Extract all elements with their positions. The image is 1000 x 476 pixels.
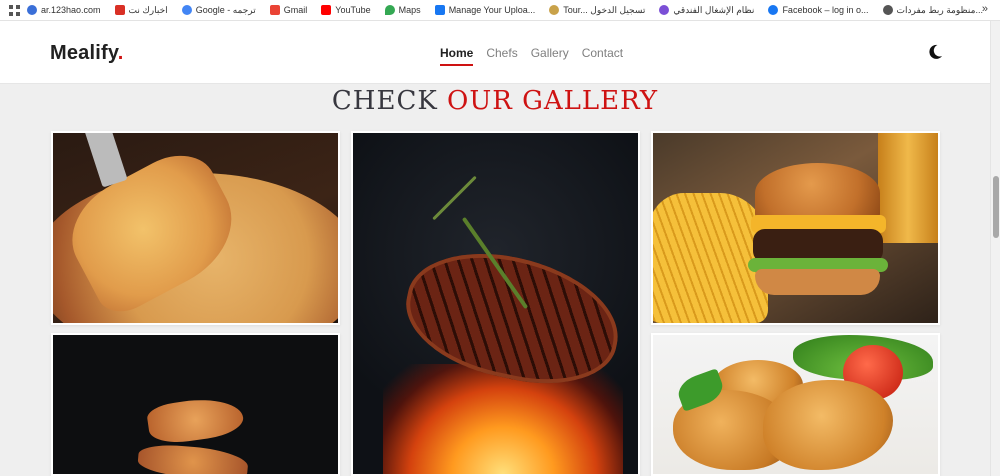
rosemary-sprig <box>432 175 477 221</box>
flames <box>383 364 623 474</box>
facebook-icon <box>768 5 779 15</box>
globe-icon <box>882 5 893 15</box>
page-scrollbar[interactable] <box>990 21 1000 476</box>
bookmark-item[interactable]: منظومة ربط مفردات... <box>882 4 983 16</box>
nav-home[interactable]: Home <box>440 46 474 66</box>
burger-image <box>653 133 938 323</box>
nav-gallery[interactable]: Gallery <box>531 46 569 60</box>
facebook-icon <box>434 5 445 15</box>
bookmark-label: Maps <box>398 5 421 15</box>
moon-icon[interactable] <box>926 43 944 61</box>
pizza-slices-image <box>53 335 338 474</box>
bookmark-item[interactable]: Gmail <box>269 5 308 15</box>
youtube-icon <box>321 5 332 15</box>
logo[interactable]: Mealify. <box>50 42 123 65</box>
bookmark-label: YouTube <box>335 5 371 15</box>
gmail-icon <box>269 5 280 15</box>
bookmark-label: Tour... تسجيل الدخول <box>563 4 646 15</box>
bookmark-label: نظام الإشغال الفندقي <box>673 4 755 15</box>
steak-image <box>353 133 638 474</box>
bookmark-item[interactable]: ar.123hao.com <box>27 5 101 15</box>
nav-contact[interactable]: Contact <box>582 46 623 60</box>
bookmark-item[interactable]: YouTube <box>321 5 371 15</box>
bookmark-item[interactable]: نظام الإشغال الفندقي <box>659 5 754 16</box>
bookmark-item[interactable]: Google - ترجمه <box>181 4 256 16</box>
pizza-image <box>53 133 338 323</box>
maps-icon <box>384 5 395 15</box>
nav-chefs[interactable]: Chefs <box>486 46 517 60</box>
logo-dot: . <box>117 42 124 64</box>
bookmark-label: Facebook – log in o... <box>782 5 869 15</box>
gallery-title: CHECK OUR GALLERY <box>0 86 990 116</box>
gallery-item-steak[interactable] <box>351 131 640 476</box>
bookmark-item[interactable]: Manage Your Uploa... <box>434 5 536 15</box>
tour-icon <box>549 5 560 15</box>
gallery-item-burger[interactable] <box>651 131 940 325</box>
burger-bun-bottom <box>755 269 880 295</box>
bookmark-item[interactable]: اخبارك نت <box>114 4 168 16</box>
gallery-item-fried-chicken[interactable] <box>651 333 940 476</box>
scrollbar-thumb[interactable] <box>993 176 999 238</box>
fried-chicken-piece <box>763 380 893 470</box>
bookmarks-bar: ar.123hao.com اخبارك نت Google - ترجمه G… <box>0 0 1000 21</box>
bookmark-label: Manage Your Uploa... <box>448 5 536 15</box>
bookmark-icon <box>27 5 37 15</box>
bookmark-icon <box>114 5 125 15</box>
more-bookmarks-icon[interactable]: » <box>982 3 988 15</box>
pizza-spatula <box>84 133 128 188</box>
apps-grid-icon[interactable] <box>7 3 21 17</box>
beer-glass <box>878 133 938 243</box>
burger-bun-top <box>755 163 880 223</box>
bookmark-item[interactable]: Tour... تسجيل الدخول <box>549 5 645 16</box>
gallery-item-pizza-slices[interactable] <box>51 333 340 476</box>
gallery-title-part1: CHECK <box>331 86 438 116</box>
bookmark-label: ar.123hao.com <box>41 5 101 15</box>
site-header: Mealify. Home Chefs Gallery Contact <box>0 21 990 84</box>
pizza-slice <box>145 393 246 447</box>
bookmark-label: Gmail <box>283 5 308 15</box>
google-icon <box>181 5 192 15</box>
bookmark-item[interactable]: Maps <box>384 5 421 15</box>
logo-text: Mealify <box>50 42 118 64</box>
bookmark-label: منظومة ربط مفردات... <box>896 4 983 15</box>
pizza-slice <box>136 442 250 474</box>
bookmark-item[interactable]: Facebook – log in o... <box>768 5 869 15</box>
fried-chicken-image <box>653 335 938 474</box>
bookmark-label: اخبارك نت <box>128 4 168 15</box>
hotel-icon <box>659 5 670 15</box>
gallery-item-pizza[interactable] <box>51 131 340 325</box>
gallery-title-part2: OUR GALLERY <box>447 86 659 116</box>
main-nav: Home Chefs Gallery Contact <box>440 46 636 66</box>
bookmark-label: Google - ترجمه <box>195 4 256 15</box>
